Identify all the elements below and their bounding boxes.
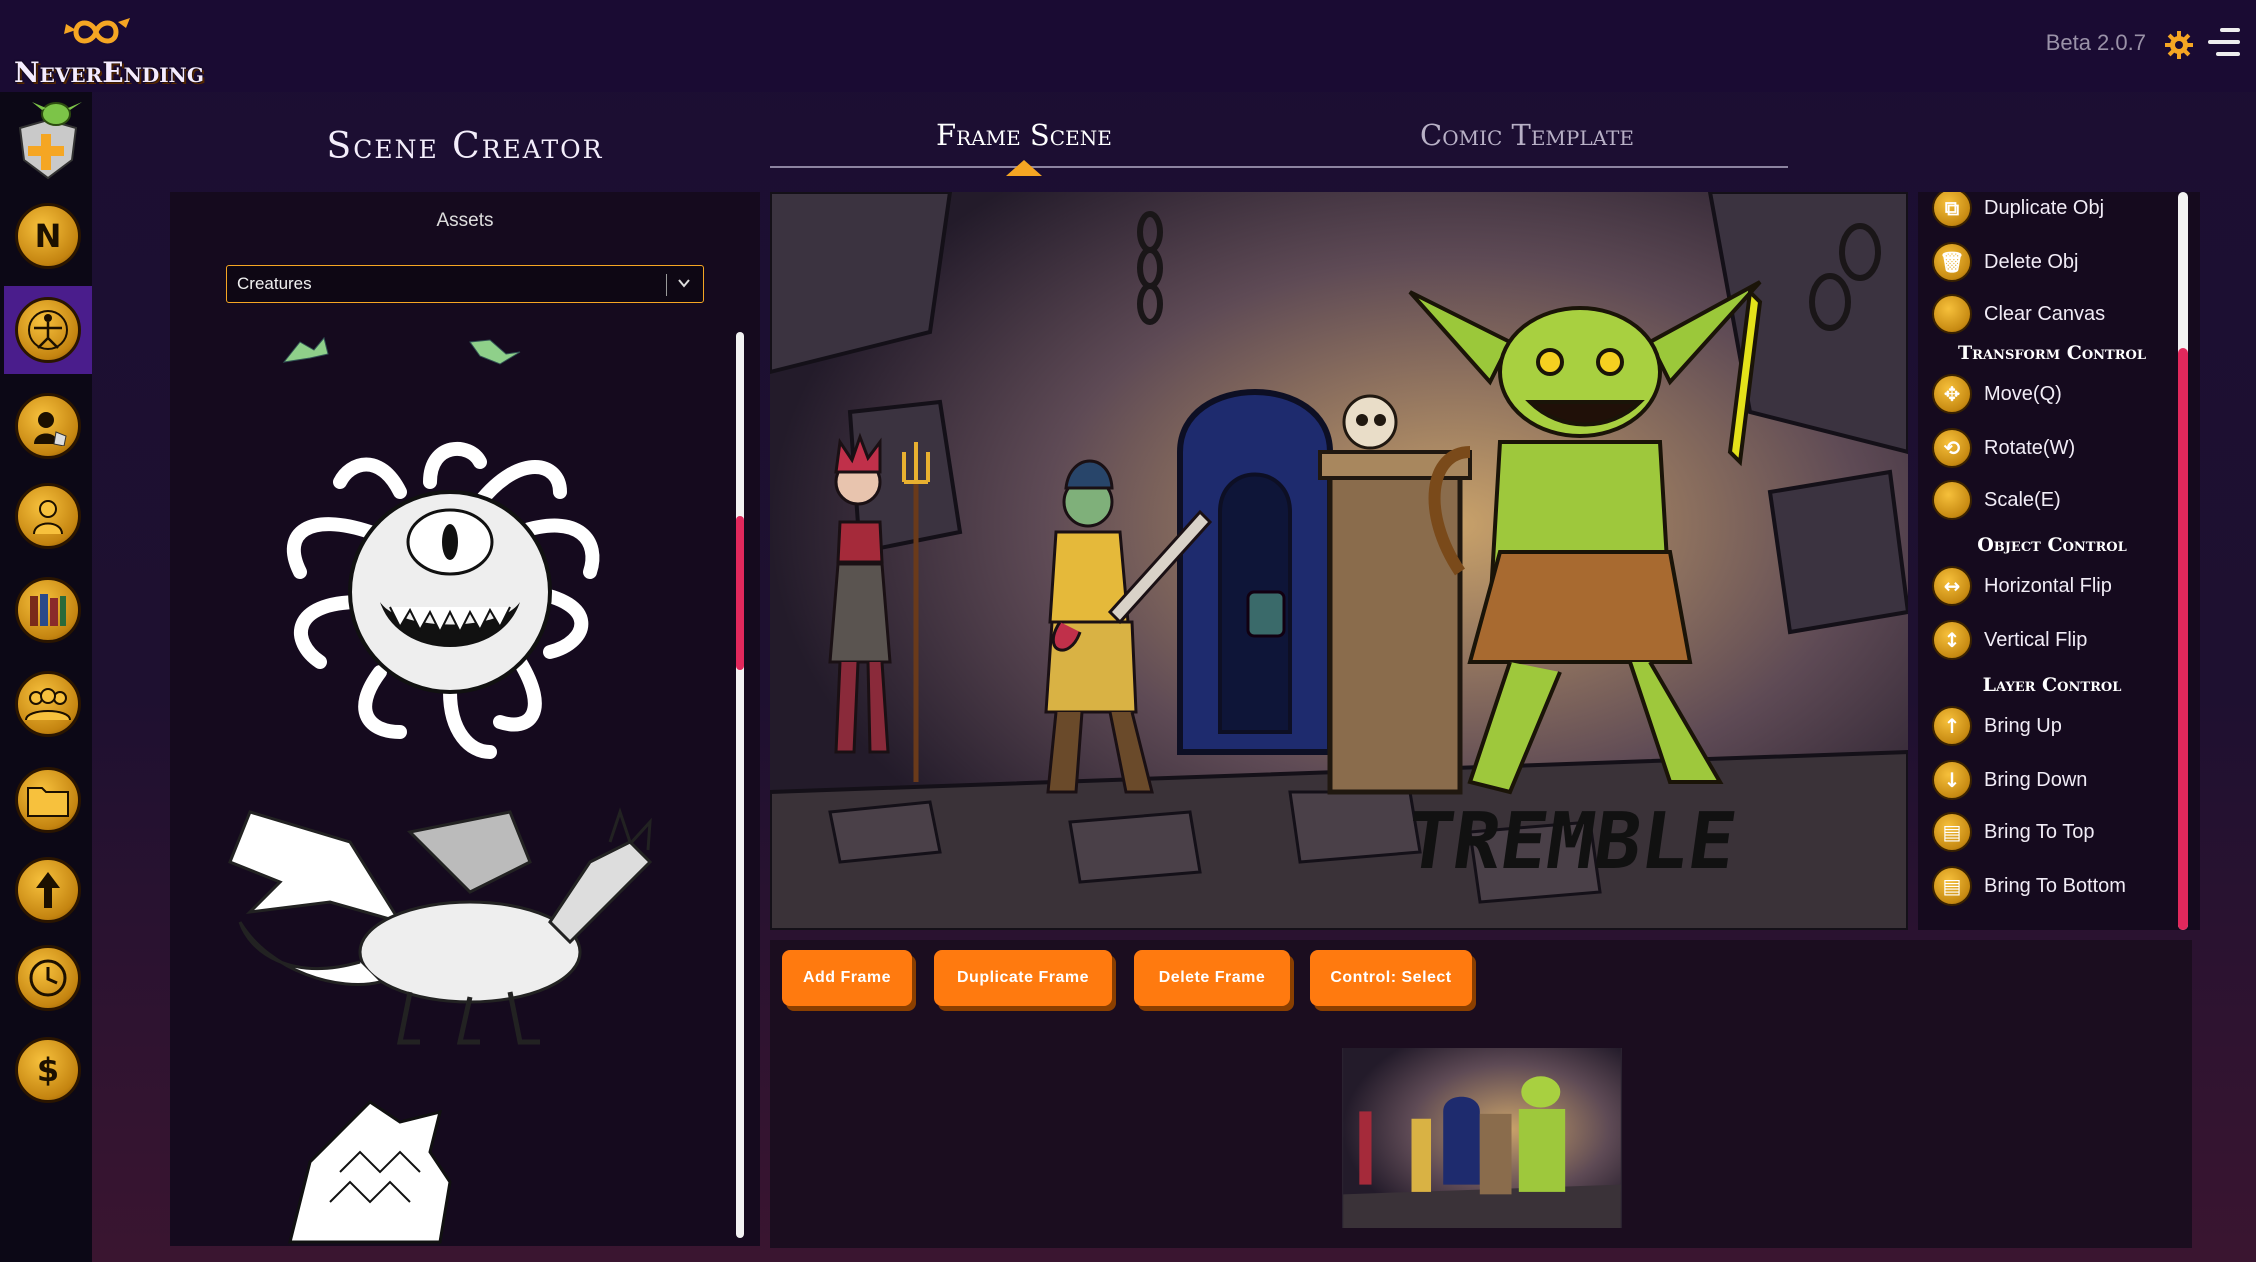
arrow-up-icon: ↑ xyxy=(1932,706,1972,746)
scene-canvas[interactable]: TREMBLE xyxy=(770,192,1908,930)
tool-label: Vertical Flip xyxy=(1984,629,2088,651)
app-logo[interactable]: NeverEnding xyxy=(14,12,204,90)
trash-icon: 🗑 xyxy=(1932,242,1972,282)
sidebar-item-upgrade[interactable] xyxy=(4,846,92,934)
assets-scrollbar[interactable] xyxy=(736,332,744,1238)
control-select-button[interactable]: Control: Select xyxy=(1310,950,1472,1006)
asset-wyvern-wing[interactable] xyxy=(280,1092,460,1248)
tool-label: Duplicate Obj xyxy=(1984,197,2105,219)
duplicate-frame-button[interactable]: Duplicate Frame xyxy=(934,950,1112,1006)
vertical-flip-tool[interactable]: ↕ Vertical Flip xyxy=(1932,620,2182,664)
sidebar-item-character-dice[interactable] xyxy=(4,382,92,470)
tool-label: Horizontal Flip xyxy=(1984,575,2112,597)
assets-scroll-thumb[interactable] xyxy=(736,516,744,670)
rotate-tool[interactable]: ⟲ Rotate(W) xyxy=(1932,428,2182,472)
active-tab-indicator xyxy=(1006,160,1042,176)
clock-icon xyxy=(15,945,81,1011)
move-icon: ✥ xyxy=(1932,374,1972,414)
assets-panel: Assets Creatures xyxy=(170,192,760,1246)
tools-scroll-thumb[interactable] xyxy=(2178,348,2188,930)
scale-tool[interactable]: Scale(E) xyxy=(1932,480,2182,524)
tool-label: Bring Down xyxy=(1984,769,2088,791)
infinity-dragon-icon xyxy=(64,18,130,44)
gear-icon[interactable] xyxy=(2164,30,2194,60)
sidebar-item-history[interactable] xyxy=(4,934,92,1022)
clear-icon xyxy=(1932,294,1972,334)
rotate-icon: ⟲ xyxy=(1932,428,1972,468)
asset-wing-thumbnails[interactable] xyxy=(280,332,540,372)
asset-beholder[interactable] xyxy=(230,432,670,772)
arrow-down-icon: ↓ xyxy=(1932,760,1972,800)
transform-control-heading: Transform Control xyxy=(1958,342,2146,364)
tool-label: Rotate(W) xyxy=(1984,437,2076,459)
add-frame-button[interactable]: Add Frame xyxy=(782,950,912,1006)
sidebar-item-neverending-n[interactable]: N xyxy=(4,192,92,280)
sidebar-item-billing[interactable]: $ xyxy=(4,1026,92,1114)
delete-frame-button[interactable]: Delete Frame xyxy=(1134,950,1290,1006)
asset-category-value: Creatures xyxy=(237,274,312,293)
tool-label: Bring To Top xyxy=(1984,821,2095,843)
clear-canvas-tool[interactable]: Clear Canvas xyxy=(1932,294,2182,338)
books-icon xyxy=(15,577,81,643)
sidebar-item-party[interactable] xyxy=(4,660,92,748)
duplicate-icon: ⧉ xyxy=(1932,192,1972,228)
sidebar-item-profile[interactable] xyxy=(4,472,92,560)
dollar-icon: $ xyxy=(15,1037,81,1103)
layers-bottom-icon: ▤ xyxy=(1932,866,1972,906)
frame-thumbnail-image xyxy=(1343,1048,1621,1228)
horizontal-flip-icon: ↔ xyxy=(1932,566,1972,606)
sidebar: N $ xyxy=(0,92,92,1262)
asset-category-select[interactable]: Creatures xyxy=(226,265,704,303)
sidebar-item-goblin-shield[interactable] xyxy=(4,96,92,184)
tool-label: Bring Up xyxy=(1984,715,2062,737)
character-dice-icon xyxy=(15,393,81,459)
person-icon xyxy=(15,483,81,549)
version-label: Beta 2.0.7 xyxy=(2045,30,2146,55)
sidebar-item-scene-creator[interactable] xyxy=(4,286,92,374)
vertical-flip-icon: ↕ xyxy=(1932,620,1972,660)
group-icon xyxy=(15,671,81,737)
move-tool[interactable]: ✥ Move(Q) xyxy=(1932,374,2182,418)
tab-frame-scene[interactable]: Frame Scene xyxy=(936,118,1112,152)
logo-text: NeverEnding xyxy=(14,56,204,89)
canvas-caption[interactable]: TREMBLE xyxy=(1400,796,1741,887)
menu-icon[interactable] xyxy=(2208,28,2240,58)
tool-label: Bring To Bottom xyxy=(1984,875,2126,897)
tool-label: Delete Obj xyxy=(1984,251,2079,273)
top-bar: NeverEnding Beta 2.0.7 xyxy=(0,0,2256,92)
frames-panel: Add Frame Duplicate Frame Delete Frame C… xyxy=(770,940,2192,1248)
n-logo-icon: N xyxy=(15,203,81,269)
tools-panel: ⧉ Duplicate Obj 🗑 Delete Obj Clear Canva… xyxy=(1918,192,2200,930)
asset-dragon[interactable] xyxy=(210,802,680,1062)
page-title: Scene Creator xyxy=(326,126,604,167)
select-divider xyxy=(666,274,667,296)
tool-label: Clear Canvas xyxy=(1984,303,2106,325)
tab-comic-template[interactable]: Comic Template xyxy=(1420,118,1634,152)
tab-bar: Frame Scene Comic Template xyxy=(770,108,1788,176)
arrow-up-icon xyxy=(15,857,81,923)
bring-to-top-tool[interactable]: ▤ Bring To Top xyxy=(1932,812,2182,856)
assets-label: Assets xyxy=(436,210,494,231)
frame-thumbnail[interactable] xyxy=(1342,1048,1622,1228)
bring-down-tool[interactable]: ↓ Bring Down xyxy=(1932,760,2182,804)
object-control-heading: Object Control xyxy=(1977,534,2127,556)
scene-illustration: TREMBLE xyxy=(770,192,1908,930)
folder-icon xyxy=(15,767,81,833)
sidebar-item-folder[interactable] xyxy=(4,756,92,844)
bring-up-tool[interactable]: ↑ Bring Up xyxy=(1932,706,2182,750)
duplicate-obj-tool[interactable]: ⧉ Duplicate Obj xyxy=(1932,192,2182,232)
sidebar-item-library[interactable] xyxy=(4,566,92,654)
scale-icon xyxy=(1932,480,1972,520)
layer-control-heading: Layer Control xyxy=(1982,674,2122,696)
bring-to-bottom-tool[interactable]: ▤ Bring To Bottom xyxy=(1932,866,2182,910)
tools-scrollbar[interactable] xyxy=(2178,192,2188,930)
layers-top-icon: ▤ xyxy=(1932,812,1972,852)
horizontal-flip-tool[interactable]: ↔ Horizontal Flip xyxy=(1932,566,2182,610)
delete-obj-tool[interactable]: 🗑 Delete Obj xyxy=(1932,242,2182,286)
chevron-down-icon xyxy=(678,279,690,288)
tool-label: Move(Q) xyxy=(1984,383,2062,405)
goblin-shield-icon xyxy=(18,102,82,180)
tool-label: Scale(E) xyxy=(1984,489,2061,511)
vitruvian-man-icon xyxy=(15,297,81,363)
